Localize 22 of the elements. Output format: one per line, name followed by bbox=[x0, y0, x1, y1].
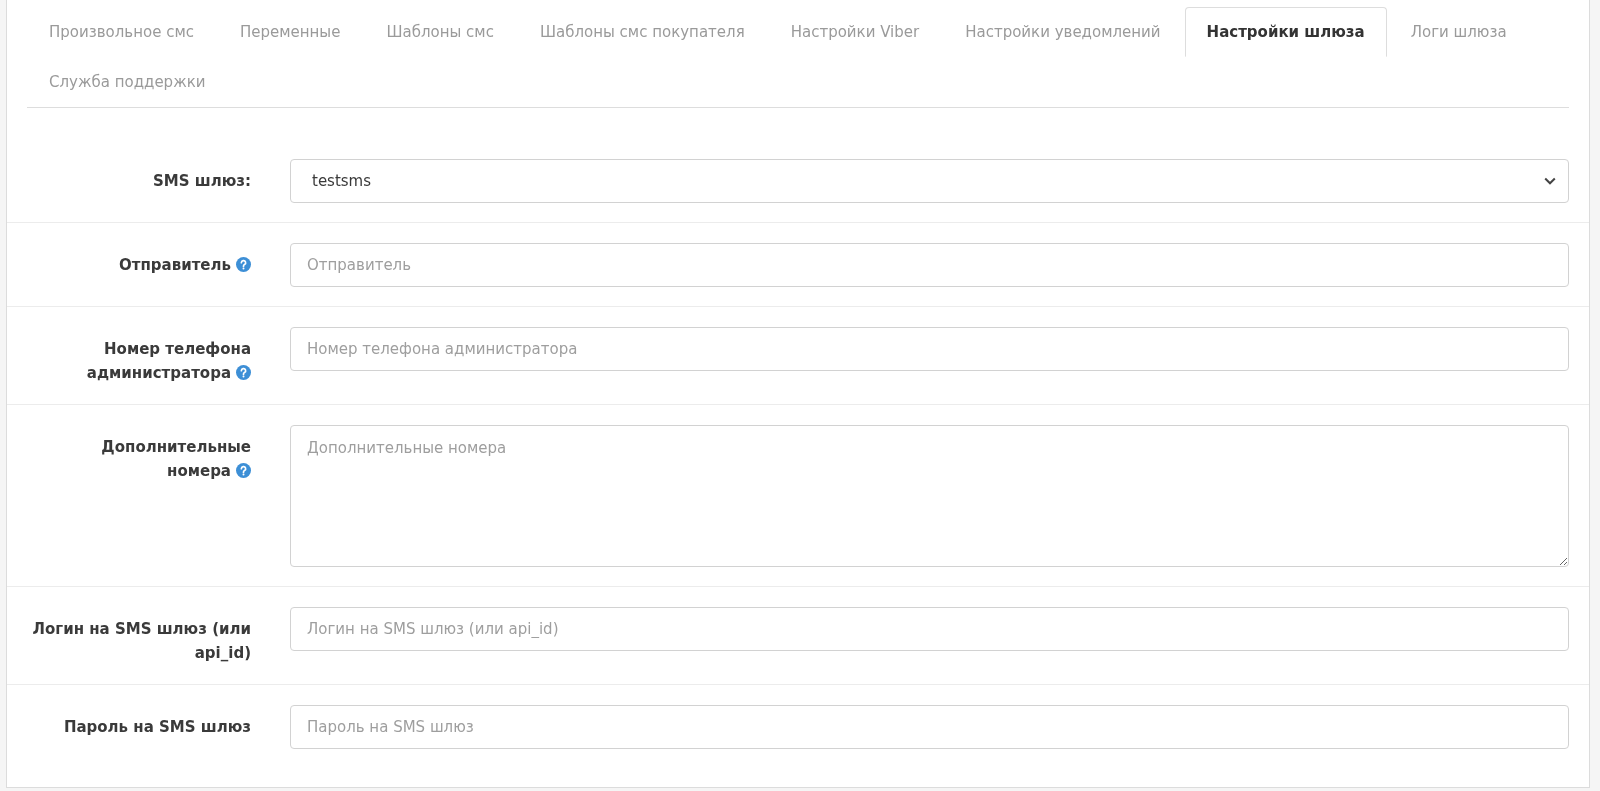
field-label: SMS шлюз: bbox=[153, 172, 251, 190]
tab[interactable]: Произвольное смс bbox=[27, 7, 216, 57]
text-input[interactable]: Отправитель bbox=[290, 243, 1569, 287]
text-input[interactable]: Пароль на SMS шлюз bbox=[290, 705, 1569, 749]
field-label: Пароль на SMS шлюз bbox=[63, 718, 251, 736]
field-label: Отправитель bbox=[119, 256, 231, 274]
tab[interactable]: Настройки Viber bbox=[768, 7, 942, 57]
tab[interactable]: Переменные bbox=[217, 7, 363, 57]
tab[interactable]: Шаблоны смс bbox=[364, 7, 516, 57]
tab[interactable]: Шаблоны смс покупателя bbox=[517, 7, 767, 57]
tab[interactable]: Логи шлюза bbox=[1388, 7, 1529, 57]
text-area[interactable]: Дополнительные номера bbox=[290, 425, 1569, 567]
select-field[interactable]: testsms bbox=[290, 159, 1569, 203]
tab[interactable]: Служба поддержки bbox=[27, 57, 228, 107]
field-label: Дополнительные номера bbox=[101, 438, 251, 480]
tab[interactable]: Настройки шлюза bbox=[1184, 7, 1387, 57]
field-label: Логин на SMS шлюз (или api_id) bbox=[32, 620, 251, 662]
field-label: Номер телефона администратора bbox=[86, 340, 251, 382]
text-input[interactable]: Логин на SMS шлюз (или api_id) bbox=[290, 607, 1569, 651]
tab[interactable]: Настройки уведомлений bbox=[943, 7, 1183, 57]
chevron-down-icon bbox=[1544, 177, 1556, 185]
text-input[interactable]: Номер телефона администратора bbox=[290, 327, 1569, 371]
